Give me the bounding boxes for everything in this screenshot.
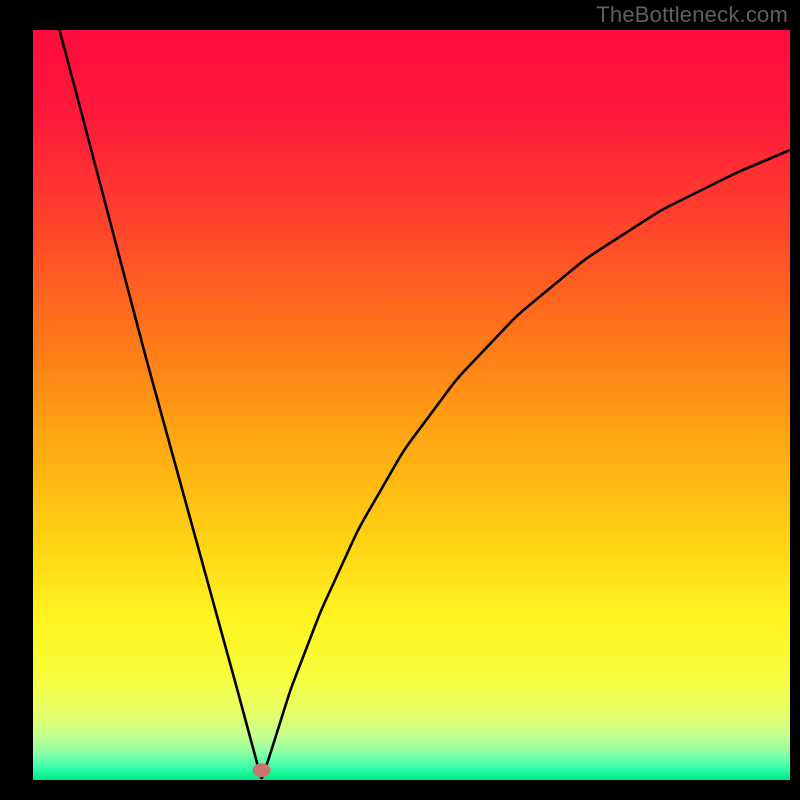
curve-overlay [33,30,790,780]
watermark-label: TheBottleneck.com [596,2,788,28]
chart-plot-area [33,30,790,780]
optimal-point-marker [253,763,271,777]
bottleneck-curve [60,30,791,778]
